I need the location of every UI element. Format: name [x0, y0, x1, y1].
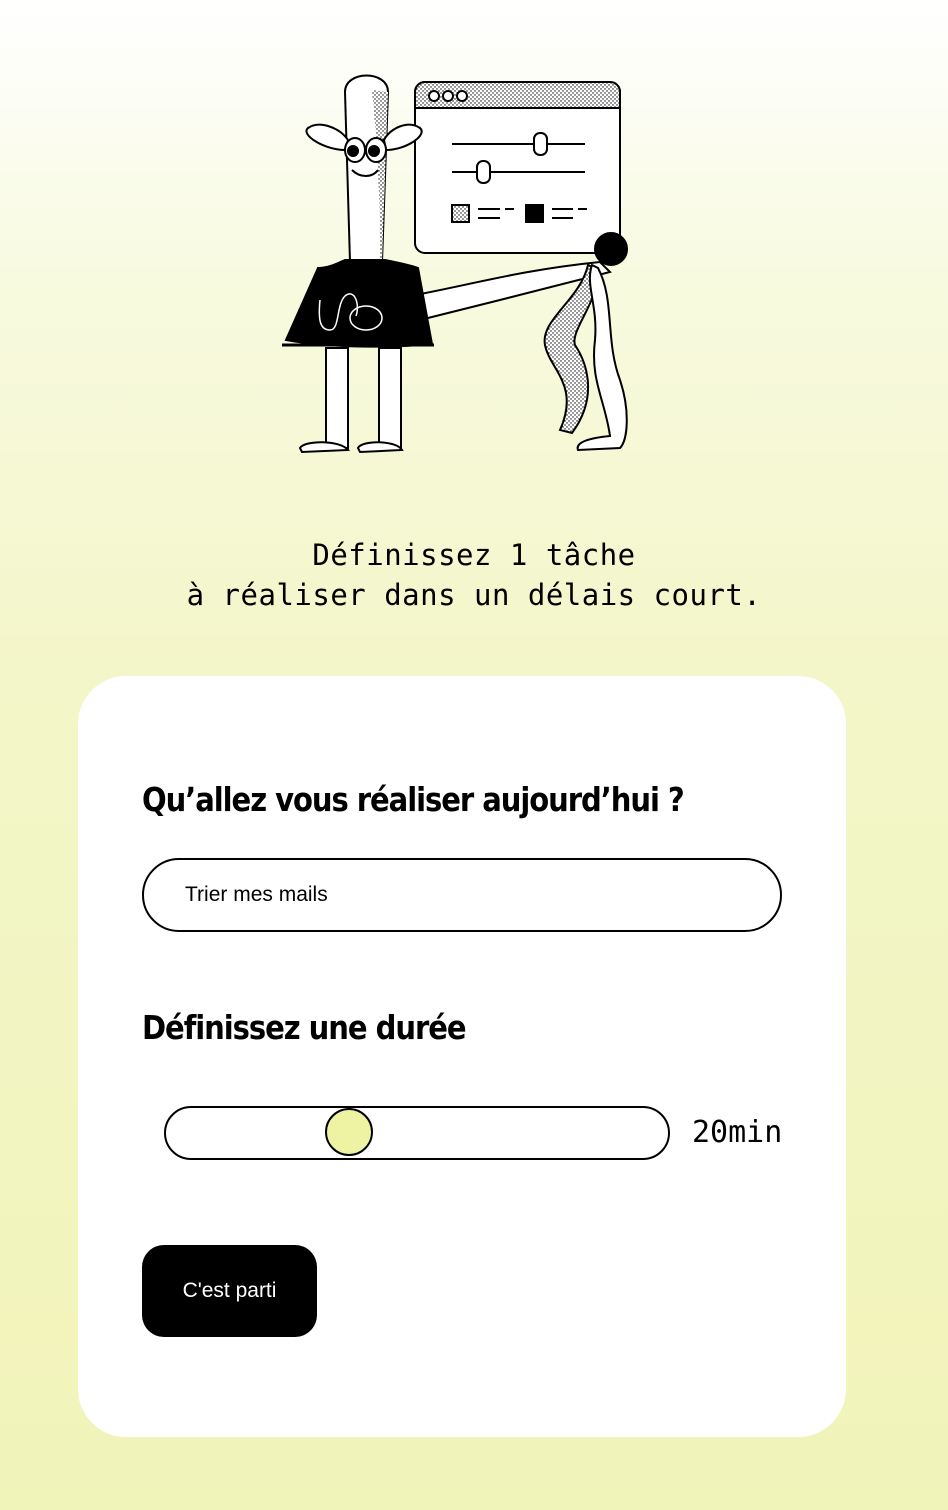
intro-text: Définissez 1 tâche à réaliser dans un dé…	[0, 535, 948, 615]
character-illustration	[282, 74, 628, 454]
settings-window-icon	[414, 81, 621, 254]
duration-value: 20min	[692, 1115, 783, 1150]
duration-slider[interactable]	[164, 1106, 670, 1160]
duration-heading: Définissez une durée	[142, 1008, 467, 1047]
task-form-card: Qu’allez vous réaliser aujourd’hui ? Déf…	[78, 676, 846, 1437]
intro-line-2: à réaliser dans un délais court.	[186, 578, 762, 612]
intro-line-1: Définissez 1 tâche	[312, 538, 636, 572]
duration-slider-thumb[interactable]	[324, 1108, 373, 1156]
task-input[interactable]	[142, 858, 782, 932]
start-button[interactable]: C'est parti	[142, 1245, 317, 1337]
task-heading: Qu’allez vous réaliser aujourd’hui ?	[142, 780, 685, 819]
